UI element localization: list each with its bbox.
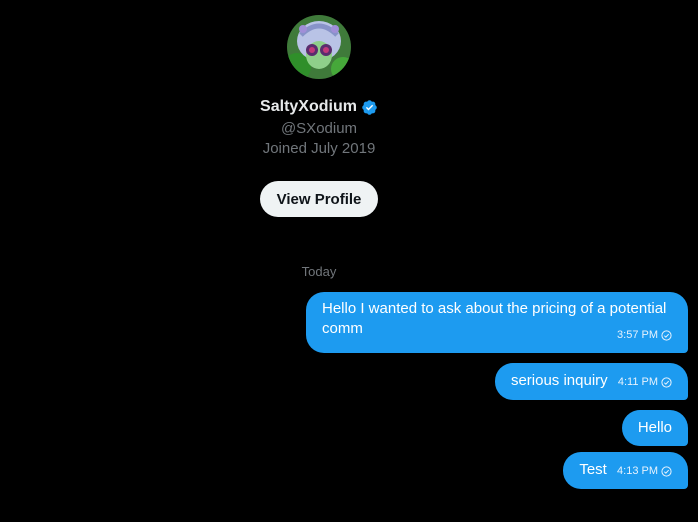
message-text: Test [579, 461, 607, 478]
date-divider: Today [301, 264, 337, 279]
avatar[interactable] [287, 15, 351, 79]
name-row: SaltyXodium [260, 96, 378, 118]
display-name: SaltyXodium [260, 98, 357, 115]
message-meta: 4:11 PM [618, 372, 672, 392]
message-bubble[interactable]: Hello I wanted to ask about the pricing … [306, 292, 688, 353]
message-meta: 3:57 PM [617, 325, 672, 345]
message-bubble[interactable]: serious inquiry 4:11 PM [494, 363, 688, 400]
seen-check-icon [661, 376, 672, 388]
seen-check-icon [661, 329, 672, 341]
view-profile-button[interactable]: View Profile [259, 181, 379, 217]
dm-conversation: SaltyXodium @SXodium Joined July 2019 Vi… [0, 0, 698, 522]
message-bubble[interactable]: Hello [621, 410, 688, 446]
profile-header: SaltyXodium @SXodium Joined July 2019 Vi… [0, 0, 638, 217]
message-text: Hello I wanted to ask about the pricing … [322, 300, 667, 337]
seen-check-icon [661, 465, 672, 477]
message-bubble[interactable]: Test 4:13 PM [563, 452, 688, 489]
message-text: Hello [637, 419, 672, 436]
joined-date: Joined July 2019 [262, 140, 376, 157]
message-time: 3:57 PM [617, 329, 658, 341]
handle: @SXodium [280, 120, 358, 137]
avatar-image [287, 15, 351, 79]
message-time: 4:11 PM [617, 376, 658, 388]
verified-badge-icon [361, 99, 378, 116]
message-list: Hello I wanted to ask about the pricing … [288, 292, 688, 489]
message-time: 4:13 PM [617, 465, 658, 477]
message-meta: 4:13 PM [617, 461, 672, 481]
message-text: serious inquiry [510, 372, 608, 389]
